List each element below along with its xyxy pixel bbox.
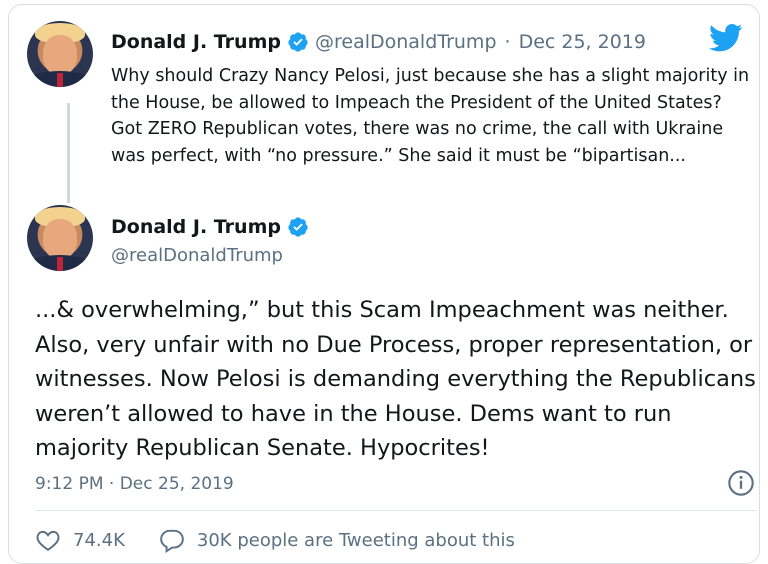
tweet1-author-handle[interactable]: @realDonaldTrump [315,31,497,53]
action-bar: 74.4K 30K people are Tweeting about this [35,527,515,553]
tweet2-timestamp[interactable]: 9:12 PM · Dec 25, 2019 [35,474,234,494]
verified-badge-icon [288,32,308,52]
conversation-label: 30K people are Tweeting about this [196,529,515,551]
tweet1-date[interactable]: Dec 25, 2019 [519,31,646,53]
tweet-card: Donald J. Trump @realDonaldTrump · Dec 2… [8,4,760,564]
heart-icon[interactable] [35,527,61,553]
thread-connector [67,103,70,203]
twitter-bird-icon[interactable] [709,23,743,53]
tweet1-separator: · [504,31,511,53]
divider [35,510,757,511]
tweet2-author-name[interactable]: Donald J. Trump [111,216,281,238]
tweet1-header: Donald J. Trump @realDonaldTrump · Dec 2… [111,31,646,53]
tweet1-author-name[interactable]: Donald J. Trump [111,31,281,53]
tweet2-header: Donald J. Trump [111,216,315,238]
tweet2-avatar[interactable] [27,205,93,271]
tweet1-body: Why should Crazy Nancy Pelosi, just beca… [111,66,750,166]
tweet1-avatar[interactable] [27,21,93,87]
info-icon[interactable] [727,469,755,497]
tweet2-author-handle[interactable]: @realDonaldTrump [111,245,283,266]
conversation-button[interactable]: 30K people are Tweeting about this [159,527,515,553]
like-count: 74.4K [73,529,125,551]
reply-bubble-icon [160,529,184,553]
tweet2-body: ...& overwhelming,” but this Scam Impeac… [35,297,756,461]
verified-badge-icon [288,217,308,237]
